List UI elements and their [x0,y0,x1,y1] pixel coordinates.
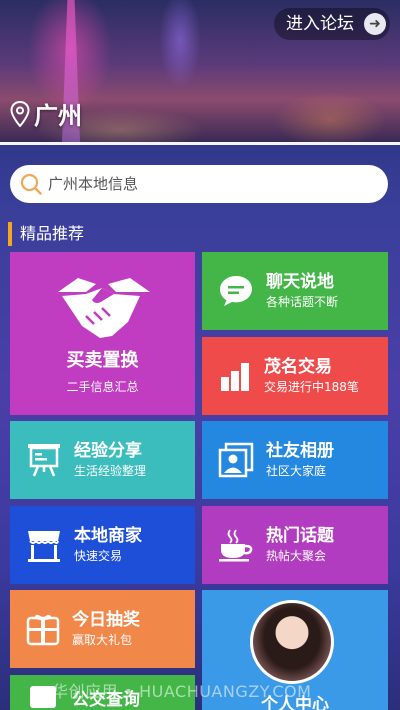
tile-hot-title: 热门话题 [266,526,334,546]
city-name: 广州 [34,102,82,130]
tile-maoming-subtitle: 交易进行中188笔 [264,380,359,394]
avatar[interactable] [250,600,334,684]
header-banner: 进入论坛 ➜ 广州 [0,0,400,142]
city-selector[interactable]: 广州 [10,96,82,131]
chat-bubble-icon [220,276,252,306]
tile-chat-subtitle: 各种话题不断 [266,295,339,309]
tile-trade-subtitle: 二手信息汇总 [66,380,139,394]
tile-lottery[interactable]: 今日抽奖 赢取大礼包 [10,590,195,668]
tile-experience[interactable]: 经验分享 生活经验整理 [10,421,195,499]
bar-chart-icon [221,363,249,391]
tile-trade-title: 买卖置换 [66,350,139,371]
enter-forum-button[interactable]: 进入论坛 ➜ [274,8,390,40]
tile-hot-topics[interactable]: 热门话题 热帖大聚会 [202,506,388,584]
handshake-icon [58,278,150,338]
photo-album-icon [218,442,254,478]
tile-album[interactable]: 社友相册 社区大家庭 [202,421,388,499]
tile-experience-subtitle: 生活经验整理 [74,464,147,478]
tile-album-title: 社友相册 [266,441,334,461]
arrow-right-icon: ➜ [364,13,386,35]
presentation-board-icon [28,444,60,477]
coffee-cup-icon [219,529,253,562]
tile-album-subtitle: 社区大家庭 [266,464,327,478]
tile-hot-subtitle: 热帖大聚会 [266,549,327,563]
tile-merchant-subtitle: 快速交易 [74,549,123,563]
section-title: 精品推荐 [8,222,84,246]
location-pin-icon [10,100,30,127]
tile-maoming-title: 茂名交易 [264,357,332,377]
search-input[interactable] [48,175,348,193]
tile-merchant-title: 本地商家 [74,526,142,546]
tile-chat[interactable]: 聊天说地 各种话题不断 [202,252,388,330]
tile-lottery-subtitle: 赢取大礼包 [72,633,133,647]
shop-icon [28,531,60,562]
tile-experience-title: 经验分享 [74,441,142,461]
search-icon [20,173,42,195]
tile-chat-title: 聊天说地 [266,272,334,292]
divider [0,142,400,145]
gift-icon [26,614,60,646]
tile-maoming-trade[interactable]: 茂名交易 交易进行中188笔 [202,337,388,415]
tile-merchant[interactable]: 本地商家 快速交易 [10,506,195,584]
search-bar[interactable] [10,165,388,203]
watermark: 华创应用 • HUACHUANGZY.COM [52,682,312,701]
tile-trade[interactable]: 买卖置换 二手信息汇总 [10,252,195,415]
enter-forum-label: 进入论坛 [286,14,354,34]
tile-lottery-title: 今日抽奖 [72,610,140,630]
